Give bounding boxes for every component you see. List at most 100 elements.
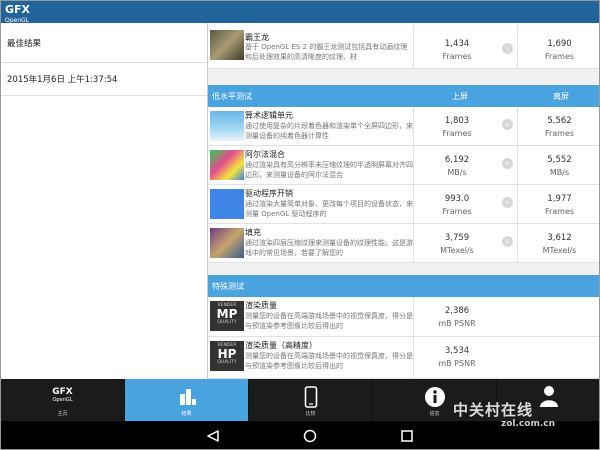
bar-chart-icon xyxy=(180,389,196,405)
top-bar: GFX OpenGL xyxy=(1,1,599,24)
onscreen-cell: 1,434 Frames › xyxy=(413,23,517,68)
onscreen-unit: Frames xyxy=(442,52,472,61)
list-item-alpha-blending[interactable]: 阿尔法混合 通过渲染具有高分辨率未压缩纹理的半透明屏幕对齐四边形，来测量设备的阿… xyxy=(208,146,599,185)
item-title: 阿尔法混合 xyxy=(245,150,285,159)
item-title: 渲染质量（高精度） xyxy=(245,341,317,350)
badge-main: HP xyxy=(217,347,237,361)
watermark-logo: 中关村在线 xyxy=(453,401,534,419)
item-title: 填充 xyxy=(245,228,261,237)
trex-thumbnail xyxy=(210,30,244,60)
back-icon[interactable] xyxy=(206,430,220,442)
section-label: 低水平测试 xyxy=(212,92,252,101)
chevron-right-icon[interactable]: › xyxy=(502,158,513,169)
onscreen-cell: 1,803 Frames › xyxy=(413,107,517,145)
onscreen-unit: MB/s xyxy=(447,168,467,177)
tab-results[interactable]: 结果 xyxy=(125,379,249,421)
chevron-right-icon[interactable]: › xyxy=(502,236,513,247)
phone-icon xyxy=(304,386,318,408)
onscreen-value: 993.0 xyxy=(444,194,470,204)
driver-thumbnail xyxy=(210,189,244,219)
item-description: 基于 OpenGL ES 2 的霸王龙测试包括具有动画纹理和后处理效果的高清晰度… xyxy=(245,43,408,61)
onscreen-unit: Frames xyxy=(442,207,472,216)
nav-logo-main: GFX xyxy=(52,387,73,397)
onscreen-cell: 6,192 MB/s › xyxy=(413,146,517,184)
info-icon xyxy=(425,387,445,407)
tab-label: 结果 xyxy=(181,411,192,417)
onscreen-cell: 993.0 Frames › xyxy=(413,185,517,223)
recents-icon[interactable] xyxy=(401,430,413,442)
offscreen-cell: 5,562 Frames xyxy=(517,107,599,145)
render-quality-mp-icon: RENDER MP QUALITY xyxy=(210,301,244,331)
onscreen-value: 1,803 xyxy=(444,116,470,126)
list-item-trex[interactable]: 霸王龙 基于 OpenGL ES 2 的霸王龙测试包括具有动画纹理和后处理效果的… xyxy=(208,23,599,69)
gfx-logo-icon: GFX OpenGL xyxy=(1,387,124,403)
list-item-driver-overhead[interactable]: 驱动程序开销 通过渲染大量简单对象、更改每个项目的设备状态，来测量 OpenGL… xyxy=(208,185,599,224)
section-special: 特殊测试 xyxy=(208,275,599,297)
onscreen-unit: Frames xyxy=(442,129,472,138)
chevron-right-icon[interactable]: › xyxy=(502,197,513,208)
onscreen-unit: MTexel/s xyxy=(440,246,474,255)
results-list[interactable]: 霸王龙 基于 OpenGL ES 2 的霸王龙测试包括具有动画纹理和后处理效果的… xyxy=(208,23,599,379)
score-cell: 2,386 mB PSNR xyxy=(413,297,599,336)
tab-label: 比较 xyxy=(305,411,316,417)
offscreen-unit: MTexel/s xyxy=(542,246,577,255)
timestamp-row[interactable]: 2015年1月6日 上午1:37:54 xyxy=(1,63,207,96)
offscreen-unit: Frames xyxy=(544,207,575,216)
list-item-fill[interactable]: 填充 通过渲染四层压缩纹理来测量设备的纹理性能。这是游戏中的常见场景，若要了解您… xyxy=(208,224,599,263)
fill-thumbnail xyxy=(210,228,244,258)
score-unit: mB PSNR xyxy=(438,359,476,368)
header-onscreen: 上屏 xyxy=(452,92,468,101)
item-description: 通过使用复杂的片段着色器和渲染单个全屏四边形，来测量设备的纯着色器计算性 xyxy=(245,122,413,140)
offscreen-value: 1,977 xyxy=(547,194,572,204)
list-item-render-quality[interactable]: RENDER MP QUALITY 渲染质量 测量您的设备在高端游戏场景中的视觉… xyxy=(208,297,599,337)
onscreen-value: 1,434 xyxy=(444,39,470,49)
tab-label: 主页 xyxy=(57,411,68,417)
gfx-logo: GFX OpenGL xyxy=(5,3,30,24)
item-title: 算术逻辑单元 xyxy=(245,111,293,120)
chevron-right-icon[interactable]: › xyxy=(502,119,513,130)
best-result-row[interactable]: 最佳结果 xyxy=(1,23,207,63)
offscreen-value: 1,690 xyxy=(547,39,572,49)
home-icon[interactable] xyxy=(303,429,317,443)
onscreen-value: 3,759 xyxy=(444,233,470,243)
score-cell: 3,534 mB PSNR xyxy=(413,337,599,378)
offscreen-cell: 1,977 Frames xyxy=(517,185,599,223)
item-description: 通过渲染大量简单对象、更改每个项目的设备状态，来测量 OpenGL 驱动程序的 xyxy=(245,200,413,218)
offscreen-unit: Frames xyxy=(544,52,575,61)
item-description: 通过渲染四层压缩纹理来测量设备的纹理性能。这是游戏中的常见场景，若要了解您的 xyxy=(245,239,413,257)
chevron-right-icon[interactable]: › xyxy=(502,43,513,54)
score-unit: mB PSNR xyxy=(438,319,476,328)
section-label: 特殊测试 xyxy=(212,282,244,291)
offscreen-unit: MB/s xyxy=(549,168,570,177)
render-quality-hp-icon: RENDER HP QUALITY xyxy=(210,341,244,371)
tab-home[interactable]: GFX OpenGL 主页 xyxy=(1,379,125,421)
offscreen-cell: 3,612 MTexel/s xyxy=(517,224,599,262)
header-offscreen: 离屏 xyxy=(553,92,569,101)
item-description: 测量您的设备在高端游戏场景中的视觉保真度，得分是与预渲染参考图像比较后得出的 xyxy=(245,312,413,330)
score-value: 3,534 xyxy=(444,346,470,356)
section-low-level: 低水平测试 上屏 离屏 xyxy=(208,85,599,107)
score-value: 2,386 xyxy=(444,306,470,316)
list-item-alu[interactable]: 算术逻辑单元 通过使用复杂的片段着色器和渲染单个全屏四边形，来测量设备的纯着色器… xyxy=(208,107,599,146)
result-summary-pane: 最佳结果 2015年1月6日 上午1:37:54 xyxy=(1,23,208,379)
onscreen-cell: 3,759 MTexel/s › xyxy=(413,224,517,262)
badge-bottom: QUALITY xyxy=(217,360,237,365)
badge-bottom: QUALITY xyxy=(217,320,237,325)
logo-main: GFX xyxy=(5,3,31,16)
item-description: 测量您的设备在高端游戏场景中的视觉保真度，得分是与预渲染参考图像比较后得出的 xyxy=(245,352,413,370)
nav-logo-sub: OpenGL xyxy=(52,397,73,403)
alpha-thumbnail xyxy=(210,150,244,180)
item-title: 渲染质量 xyxy=(245,301,277,310)
offscreen-value: 3,612 xyxy=(547,233,572,243)
result-timestamp: 2015年1月6日 上午1:37:54 xyxy=(7,75,118,85)
tab-compare[interactable]: 比较 xyxy=(249,379,373,421)
list-item-render-quality-hp[interactable]: RENDER HP QUALITY 渲染质量（高精度） 测量您的设备在高端游戏场… xyxy=(208,337,599,379)
onscreen-value: 6,192 xyxy=(444,155,470,165)
alu-thumbnail xyxy=(210,111,244,141)
offscreen-cell: 5,552 MB/s xyxy=(517,146,599,184)
item-description: 通过渲染具有高分辨率未压缩纹理的半透明屏幕对齐四边形，来测量设备的阿尔法混合 xyxy=(245,161,413,179)
offscreen-value: 5,562 xyxy=(547,116,572,126)
offscreen-value: 5,552 xyxy=(547,155,572,165)
best-result-label: 最佳结果 xyxy=(7,38,42,49)
offscreen-unit: Frames xyxy=(544,129,575,138)
